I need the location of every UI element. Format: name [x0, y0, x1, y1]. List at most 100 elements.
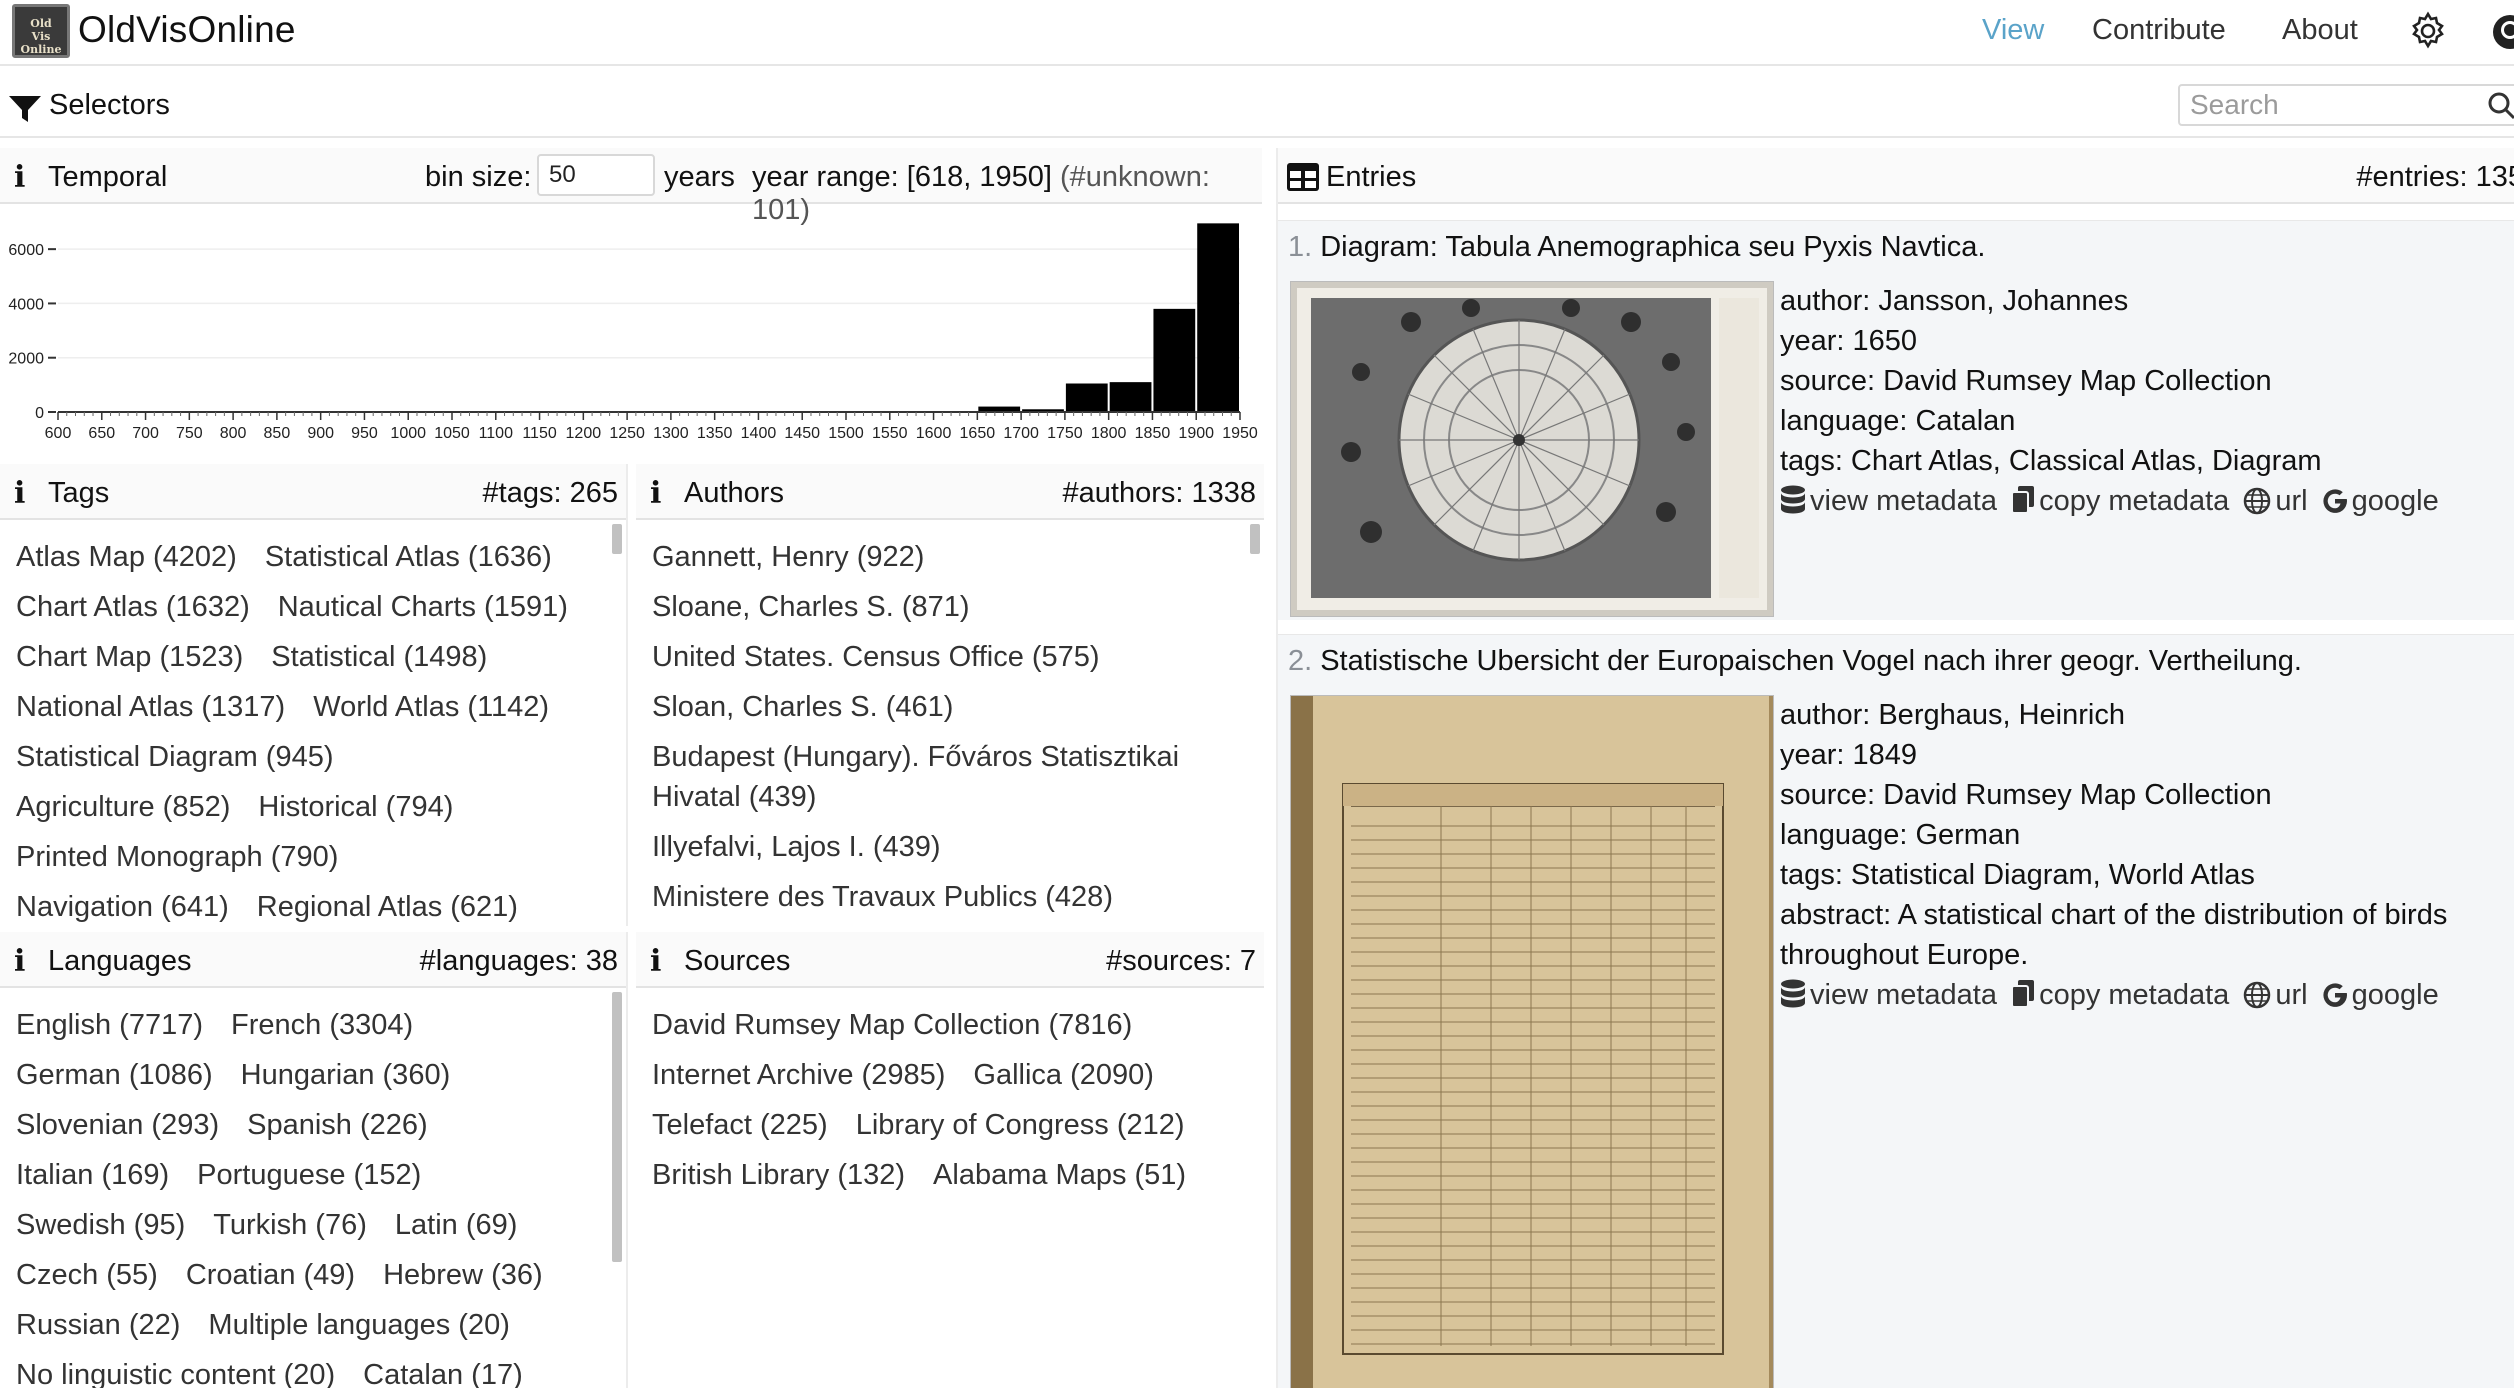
- google-icon: [2323, 489, 2347, 513]
- sources-item[interactable]: David Rumsey Map Collection (7816): [652, 1000, 1132, 1050]
- view-metadata-button[interactable]: view metadata: [1780, 481, 1997, 521]
- entry-title[interactable]: 1. Diagram: Tabula Anemographica seu Pyxi…: [1288, 231, 1985, 264]
- tags-item[interactable]: Regional Atlas (621): [257, 882, 518, 926]
- authors-item[interactable]: Ministere des Travaux Publics (428): [652, 872, 1208, 922]
- entry-card[interactable]: 2. Statistische Ubersicht der Europaische…: [1278, 634, 2514, 1388]
- tags-scrollbar[interactable]: [612, 524, 622, 924]
- languages-item[interactable]: Swedish (95): [16, 1200, 185, 1250]
- tags-item[interactable]: Historical (794): [258, 782, 453, 832]
- logo[interactable]: Old Vis Online: [12, 4, 70, 58]
- entry-tags: tags: Chart Atlas, Classical Atlas, Diag…: [1780, 445, 2322, 477]
- languages-item[interactable]: Slovenian (293): [16, 1100, 219, 1150]
- languages-item[interactable]: Spanish (226): [247, 1100, 428, 1150]
- languages-item[interactable]: Latin (69): [395, 1200, 518, 1250]
- nav-view[interactable]: View: [1982, 14, 2044, 47]
- sources-panel: i Sources #sources: 7 David Rumsey Map C…: [636, 932, 1264, 1388]
- tags-item[interactable]: Chart Atlas (1632): [16, 582, 250, 632]
- copy-metadata-button[interactable]: copy metadata: [2011, 975, 2229, 1015]
- entry-card[interactable]: 1. Diagram: Tabula Anemographica seu Pyxi…: [1278, 220, 2514, 620]
- authors-item[interactable]: Illyefalvi, Lajos I. (439): [652, 822, 1208, 872]
- entry-title-text: Statistische Ubersicht der Europaischen …: [1320, 645, 2302, 677]
- x-tick-label: 1150: [522, 425, 557, 442]
- authors-item[interactable]: Sloane, Charles S. (871): [652, 582, 1208, 632]
- info-icon[interactable]: i: [650, 476, 661, 511]
- tags-item[interactable]: Printed Monograph (790): [16, 832, 338, 882]
- gear-icon[interactable]: [2408, 11, 2448, 51]
- languages-item[interactable]: Italian (169): [16, 1150, 169, 1200]
- tags-item[interactable]: Statistical Atlas (1636): [265, 532, 552, 582]
- entry-title[interactable]: 2. Statistische Ubersicht der Europaische…: [1288, 645, 2302, 678]
- brand-title[interactable]: OldVisOnline: [78, 9, 296, 51]
- tags-item[interactable]: Chart Map (1523): [16, 632, 243, 682]
- tags-item[interactable]: National Atlas (1317): [16, 682, 285, 732]
- x-tick-label: 800: [220, 425, 247, 442]
- authors-item[interactable]: Gannett, Henry (922): [652, 532, 1208, 582]
- tags-item[interactable]: Statistical (1498): [271, 632, 487, 682]
- nav-contribute[interactable]: Contribute: [2092, 14, 2226, 47]
- sources-item[interactable]: Alabama Maps (51): [933, 1150, 1186, 1200]
- google-button[interactable]: google: [2322, 481, 2439, 521]
- url-label: url: [2275, 979, 2308, 1011]
- histogram-bar: [1109, 382, 1152, 412]
- github-icon[interactable]: [2490, 12, 2514, 52]
- authors-item[interactable]: Sloan, Charles S. (461): [652, 682, 1208, 732]
- languages-item[interactable]: Czech (55): [16, 1250, 158, 1300]
- url-button[interactable]: url: [2243, 975, 2308, 1015]
- sources-item[interactable]: Library of Congress (212): [856, 1100, 1185, 1150]
- authors-list: Gannett, Henry (922) Sloane, Charles S. (…: [636, 520, 1246, 926]
- languages-item[interactable]: French (3304): [231, 1000, 413, 1050]
- tags-item[interactable]: World Atlas (1142): [313, 682, 549, 732]
- x-tick-label: 1650: [960, 425, 996, 442]
- languages-scrollbar[interactable]: [612, 992, 622, 1382]
- languages-item[interactable]: No linguistic content (20): [16, 1350, 335, 1388]
- languages-item[interactable]: German (1086): [16, 1050, 213, 1100]
- selectors-label[interactable]: Selectors: [49, 89, 170, 122]
- entry-thumbnail[interactable]: [1290, 281, 1774, 617]
- bin-size-input[interactable]: [537, 154, 655, 196]
- authors-item[interactable]: Budapest (Hungary). Főváros Statisztikai…: [652, 732, 1208, 822]
- languages-item[interactable]: Turkish (76): [213, 1200, 367, 1250]
- url-button[interactable]: url: [2243, 481, 2308, 521]
- info-icon[interactable]: i: [14, 160, 25, 195]
- languages-item[interactable]: Hebrew (36): [383, 1250, 543, 1300]
- view-metadata-button[interactable]: view metadata: [1780, 975, 1997, 1015]
- languages-item[interactable]: Hungarian (360): [241, 1050, 451, 1100]
- languages-item[interactable]: Catalan (17): [363, 1350, 523, 1388]
- info-icon[interactable]: i: [14, 476, 25, 511]
- x-tick-label: 650: [88, 425, 115, 442]
- x-tick-label: 1450: [784, 425, 820, 442]
- languages-item[interactable]: English (7717): [16, 1000, 203, 1050]
- temporal-histogram[interactable]: 0 2000 4000 6000 600 650 700 750 800 850 900 950 100…: [0, 206, 1262, 456]
- copy-metadata-button[interactable]: copy metadata: [2011, 481, 2229, 521]
- x-tick-label: 1750: [1047, 425, 1083, 442]
- languages-item[interactable]: Multiple languages (20): [208, 1300, 509, 1350]
- tags-item[interactable]: Statistical Diagram (945): [16, 732, 334, 782]
- tags-item[interactable]: Agriculture (852): [16, 782, 230, 832]
- x-tick-label: 750: [176, 425, 203, 442]
- info-icon[interactable]: i: [650, 944, 661, 979]
- languages-item[interactable]: Croatian (49): [186, 1250, 355, 1300]
- sources-item[interactable]: Internet Archive (2985): [652, 1050, 945, 1100]
- nav-about[interactable]: About: [2282, 14, 2358, 47]
- authors-item[interactable]: United States. Census Office (575): [652, 632, 1208, 682]
- sources-item[interactable]: British Library (132): [652, 1150, 905, 1200]
- entry-thumbnail[interactable]: [1290, 695, 1774, 1388]
- years-label: years: [664, 161, 735, 193]
- search-icon[interactable]: [2486, 90, 2514, 120]
- entries-panel: Entries #entries: 135 1. Diagram: Tabula …: [1276, 148, 2514, 1388]
- tags-item[interactable]: Navigation (641): [16, 882, 229, 926]
- search-input[interactable]: [2178, 84, 2514, 126]
- entry-source: source: David Rumsey Map Collection: [1780, 365, 2272, 397]
- languages-item[interactable]: Portuguese (152): [197, 1150, 421, 1200]
- authors-scrollbar[interactable]: [1250, 524, 1260, 924]
- funnel-icon[interactable]: [8, 94, 42, 124]
- sources-item[interactable]: Gallica (2090): [973, 1050, 1154, 1100]
- info-icon[interactable]: i: [14, 944, 25, 979]
- google-button[interactable]: google: [2322, 975, 2439, 1015]
- languages-count: #languages: 38: [419, 945, 618, 977]
- tags-item[interactable]: Atlas Map (4202): [16, 532, 237, 582]
- sources-item[interactable]: Telefact (225): [652, 1100, 828, 1150]
- languages-item[interactable]: Russian (22): [16, 1300, 180, 1350]
- entry-metadata: author: Berghaus, Heinrich year: 1849 so…: [1780, 695, 2514, 1015]
- tags-item[interactable]: Nautical Charts (1591): [278, 582, 568, 632]
